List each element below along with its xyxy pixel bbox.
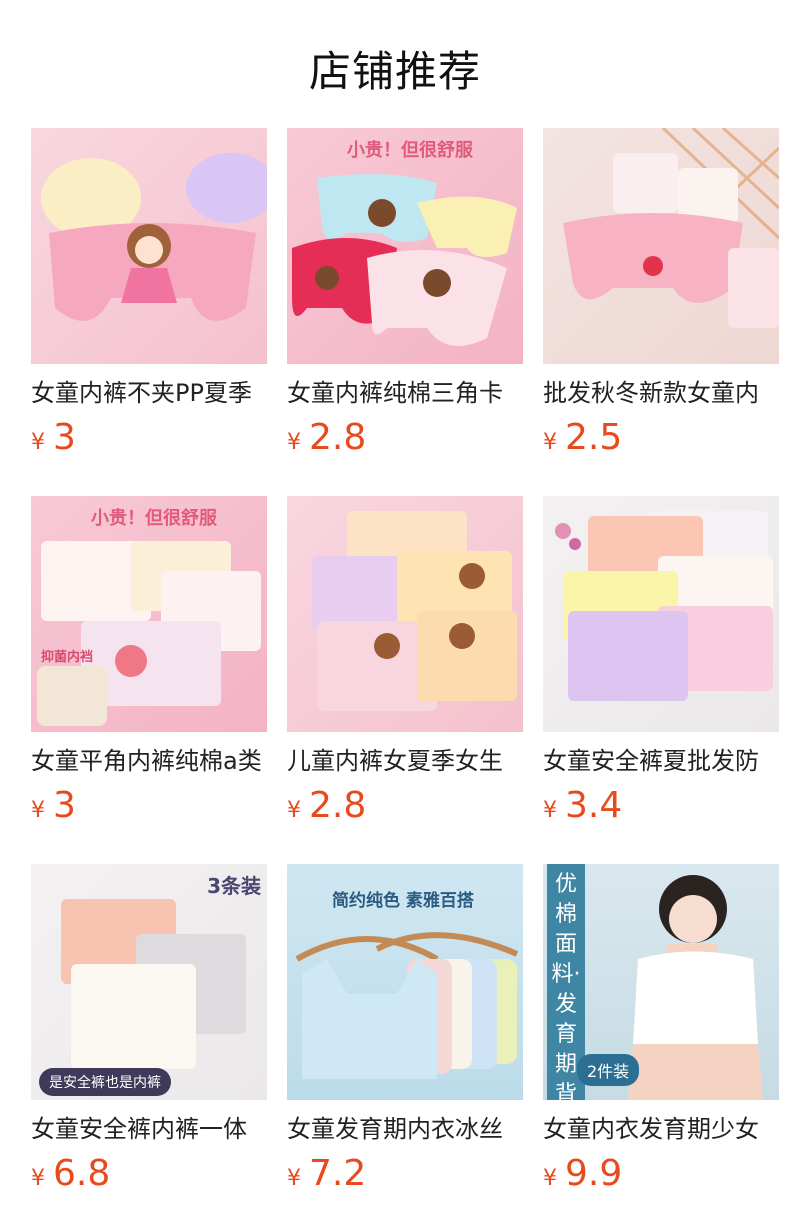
product-image[interactable] [543, 128, 779, 364]
product-grid: 女童内裤不夹PP夏季 ¥3 小贵！但很舒服 女童内裤纯棉三角卡 ¥2.8 批发秋… [31, 128, 779, 1232]
product-price: ¥2.8 [287, 418, 523, 464]
currency-symbol: ¥ [31, 430, 45, 455]
product-price: ¥2.8 [287, 786, 523, 832]
product-card[interactable]: 批发秋冬新款女童内 ¥2.5 [543, 128, 779, 496]
product-price: ¥7.2 [287, 1154, 523, 1200]
image-badge: 2件装 [577, 1054, 640, 1086]
image-badge: 是安全裤也是内裤 [39, 1068, 171, 1096]
image-tagline: 3条装 [207, 874, 261, 898]
product-card[interactable]: 儿童内裤女夏季女生 ¥2.8 [287, 496, 523, 864]
product-image[interactable]: 优棉面料·发育期背心 2件装 [543, 864, 779, 1100]
product-image[interactable] [31, 128, 267, 364]
price-value: 3 [53, 785, 76, 826]
price-value: 3.4 [565, 785, 623, 826]
image-subtag: 抑菌内裆 [41, 650, 94, 665]
product-price: ¥9.9 [543, 1154, 779, 1200]
product-card[interactable]: 小贵！但很舒服 抑菌内裆 女童平角内裤纯棉a类 ¥3 [31, 496, 267, 864]
price-value: 2.8 [309, 785, 367, 826]
product-title[interactable]: 女童发育期内衣冰丝 [287, 1112, 523, 1146]
product-card[interactable]: 女童安全裤夏批发防 ¥3.4 [543, 496, 779, 864]
product-card[interactable]: 小贵！但很舒服 女童内裤纯棉三角卡 ¥2.8 [287, 128, 523, 496]
product-image[interactable]: 3条装 是安全裤也是内裤 [31, 864, 267, 1100]
image-tagline: 小贵！但很舒服 [347, 140, 473, 161]
product-price: ¥3 [31, 418, 267, 464]
price-value: 6.8 [53, 1153, 111, 1194]
page-title: 店铺推荐 [308, 47, 481, 96]
product-image[interactable]: 简约纯色 素雅百搭 [287, 864, 523, 1100]
currency-symbol: ¥ [543, 430, 557, 455]
price-value: 9.9 [565, 1153, 623, 1194]
price-value: 3 [53, 417, 76, 458]
product-title[interactable]: 女童平角内裤纯棉a类 [31, 744, 267, 778]
price-value: 2.5 [565, 417, 623, 458]
currency-symbol: ¥ [543, 798, 557, 823]
product-title[interactable]: 女童内衣发育期少女 [543, 1112, 779, 1146]
product-card[interactable]: 简约纯色 素雅百搭 女童发育期内衣冰丝 ¥7.2 [287, 864, 523, 1232]
currency-symbol: ¥ [287, 798, 301, 823]
product-title[interactable]: 女童内裤不夹PP夏季 [31, 376, 267, 410]
product-price: ¥2.5 [543, 418, 779, 464]
product-image[interactable]: 小贵！但很舒服 [287, 128, 523, 364]
image-tagline: 小贵！但很舒服 [91, 508, 217, 529]
price-value: 2.8 [309, 417, 367, 458]
product-price: ¥3 [31, 786, 267, 832]
currency-symbol: ¥ [31, 798, 45, 823]
price-value: 7.2 [309, 1153, 367, 1194]
product-card[interactable]: 3条装 是安全裤也是内裤 女童安全裤内裤一体 ¥6.8 [31, 864, 267, 1232]
product-price: ¥3.4 [543, 786, 779, 832]
currency-symbol: ¥ [287, 430, 301, 455]
product-title[interactable]: 女童内裤纯棉三角卡 [287, 376, 523, 410]
product-card[interactable]: 优棉面料·发育期背心 2件装 女童内衣发育期少女 ¥9.9 [543, 864, 779, 1232]
product-card[interactable]: 女童内裤不夹PP夏季 ¥3 [31, 128, 267, 496]
product-image[interactable] [287, 496, 523, 732]
product-price: ¥6.8 [31, 1154, 267, 1200]
page-header: 店铺推荐 [0, 0, 790, 128]
product-title[interactable]: 女童安全裤夏批发防 [543, 744, 779, 778]
product-image[interactable]: 小贵！但很舒服 抑菌内裆 [31, 496, 267, 732]
currency-symbol: ¥ [287, 1166, 301, 1191]
product-title[interactable]: 儿童内裤女夏季女生 [287, 744, 523, 778]
product-title[interactable]: 女童安全裤内裤一体 [31, 1112, 267, 1146]
currency-symbol: ¥ [543, 1166, 557, 1191]
product-title[interactable]: 批发秋冬新款女童内 [543, 376, 779, 410]
image-tagline: 简约纯色 素雅百搭 [332, 891, 474, 911]
currency-symbol: ¥ [31, 1166, 45, 1191]
product-image[interactable] [543, 496, 779, 732]
